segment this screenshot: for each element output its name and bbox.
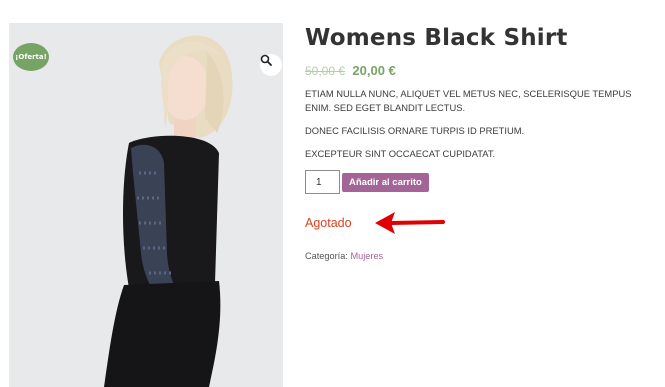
red-arrow-icon	[375, 212, 445, 234]
add-to-cart-form: 1 Añadir al carrito	[305, 170, 655, 194]
magnifier-icon	[260, 54, 272, 66]
description-paragraph: EXCEPTEUR SINT OCCAECAT CUPIDATAT.	[305, 148, 496, 159]
category-link[interactable]: Mujeres	[350, 251, 383, 261]
quantity-input[interactable]: 1	[305, 170, 340, 194]
stock-status: Agotado	[305, 212, 655, 234]
product-photo	[9, 23, 283, 387]
zoom-button[interactable]	[260, 54, 282, 76]
out-of-stock-label: Agotado	[305, 216, 352, 230]
category-label: Categoría:	[305, 251, 348, 261]
short-description: ETIAM NULLA NUNC, ALIQUET VEL METUS NEC,…	[305, 87, 655, 161]
sale-badge: ¡Oferta!	[13, 43, 49, 71]
price: 50,00 € 20,00 €	[305, 62, 655, 80]
product-title: Womens Black Shirt	[305, 25, 568, 51]
description-paragraph: DONEC FACILISIS ORNARE TURPIS ID PRETIUM…	[305, 125, 525, 136]
add-to-cart-button[interactable]: Añadir al carrito	[342, 172, 429, 192]
description-paragraph: ETIAM NULLA NUNC, ALIQUET VEL METUS NEC,…	[305, 88, 632, 113]
product-summary: Womens Black Shirt 50,00 € 20,00 € ETIAM…	[305, 22, 655, 261]
product-meta: Categoría: Mujeres	[305, 251, 655, 261]
original-price: 50,00 €	[305, 64, 346, 78]
product-gallery[interactable]: ¡Oferta!	[9, 23, 283, 387]
sale-price: 20,00 €	[352, 63, 396, 78]
